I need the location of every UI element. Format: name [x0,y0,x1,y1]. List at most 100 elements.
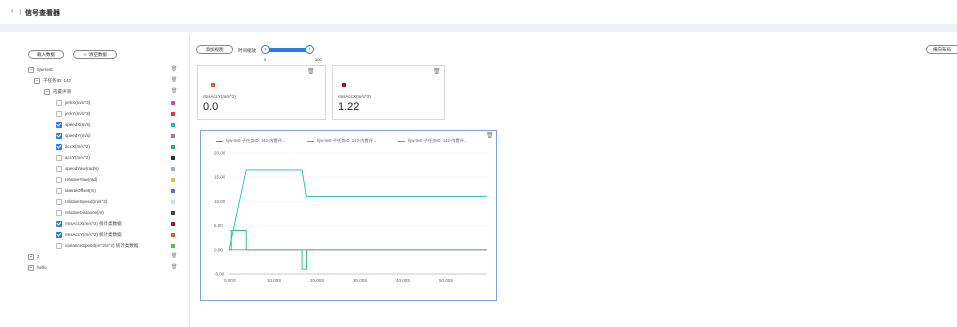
slider-max-label: 100 [315,57,322,62]
tree-item-label: speedYaw(rad/s) [65,166,99,171]
signal-checkbox[interactable] [56,209,62,216]
trash-icon[interactable]: 🗑 [171,66,177,72]
tree-item[interactable]: speedX(m/s) [28,120,178,129]
signal-checkbox[interactable] [56,242,62,249]
tree-item-label: accY(m/s^2) [65,155,90,160]
tree-item[interactable]: relativeSpeed(m/s^2) [28,197,178,206]
collapse-icon[interactable]: − [34,77,40,84]
expand-icon[interactable]: + [28,264,34,271]
tree-item[interactable]: accX(m/s^2) [28,142,178,151]
slider-min-label: 0 [264,57,267,62]
horizontal-layout-button[interactable]: 横向布局 [926,45,957,54]
series-color-swatch [171,199,175,204]
legend-item-accx[interactable]: hjw-test-子任务ID: 142-内置评... [216,138,285,144]
tree-item[interactable]: varianceSpeed(m^2/s^2) 统计类数据 [28,241,178,250]
legend-item-speedy[interactable]: hjw-test-子任务ID: 142-内置评... [307,138,376,144]
top-bar: ‹ 信号查看器 [0,0,957,22]
tree-item[interactable]: − hjw-test [28,65,178,74]
signal-checkbox[interactable] [56,176,62,183]
time-scale-slider[interactable] [264,48,310,52]
tree-item[interactable]: accY(m/s^2) [28,153,178,162]
series-color-swatch [211,83,215,87]
signal-checkbox[interactable] [56,220,62,227]
trash-icon[interactable]: 🗑 [171,253,177,259]
tree-item-label: accX(m/s^2) [65,144,90,149]
tree-item-label: speedY(m/s) [65,133,91,138]
tree-item[interactable]: +2 [28,252,178,261]
series-color-swatch [171,100,175,105]
card-value: 0.0 [203,101,219,113]
load-data-button[interactable]: 载入数据 [28,50,64,59]
add-view-button[interactable]: 添加视图 [196,45,233,54]
tree-item[interactable]: + hello [28,263,178,272]
chevron-left-icon[interactable]: ‹ [11,8,13,15]
tree-item-label: relativeDistance(m) [65,210,104,215]
signal-checkbox[interactable] [56,187,62,194]
tree-item[interactable]: relativeDistance(m) [28,208,178,217]
line-chart-panel [200,130,497,301]
tree-item[interactable]: jerkX(m/s^3) [28,98,178,107]
trash-icon[interactable]: 🗑 [307,68,315,75]
series-color-swatch [171,177,175,182]
tree-item-label: 子任务ID: 142 [43,77,72,83]
trash-icon[interactable]: 🗑 [433,68,441,75]
signal-checkbox[interactable] [56,110,62,117]
tree-item[interactable]: lateralOffset(m) [28,186,178,195]
signal-checkbox[interactable] [56,99,62,106]
header-band [0,24,957,32]
clear-data-button[interactable]: ⊖ 清空数据 [73,50,117,59]
tree-item-label: lateralOffset(m) [65,188,96,193]
tree-item-label: 内置评测 [53,88,71,94]
series-color-swatch [171,155,175,160]
tree-item[interactable]: − 内置评测 [28,87,178,96]
tree-item[interactable]: speedY(m/s) [28,131,178,140]
series-color-swatch [171,133,175,138]
series-color-swatch [171,221,175,226]
tree-item[interactable]: jerkY(m/s^3) [28,109,178,118]
tree-item-label: rmsAccY(m/s^2) 统计类数据 [65,231,122,237]
page-title: 信号查看器 [25,10,60,17]
value-card-rmsaccx: 🗑 rmsAccX(m/s^2) 1.22 [332,65,445,120]
tree-item-label: jerkY(m/s^3) [65,111,91,116]
tree-item[interactable]: speedYaw(rad/s) [28,164,178,173]
tree-item-label: speedX(m/s) [65,122,91,127]
trash-icon[interactable]: 🗑 [486,132,494,139]
signal-checkbox[interactable] [56,165,62,172]
trash-icon[interactable]: 🗑 [171,77,177,83]
tree-item-label: 2 [37,254,40,259]
tree-item-label: rmsAccX(m/s^2) 统计类数据 [65,220,122,226]
signal-checkbox[interactable] [56,154,62,161]
signal-checkbox[interactable] [56,121,62,128]
collapse-icon[interactable]: − [28,66,34,73]
trash-icon[interactable]: 🗑 [171,264,177,270]
tree-item-label: jerkX(m/s^3) [65,100,91,105]
slider-knob-left[interactable]: II [261,45,270,54]
tree-item[interactable]: relativeYaw(rad) [28,175,178,184]
signal-checkbox[interactable] [56,132,62,139]
slider-knob-right[interactable]: II [305,45,314,54]
tree-item[interactable]: − 子任务ID: 142 [28,76,178,85]
trash-icon[interactable]: 🗑 [171,88,177,94]
series-color-swatch [171,210,175,215]
signal-checkbox[interactable] [56,198,62,205]
tree-item-label: hjw-test [37,67,53,72]
tree-item[interactable]: rmsAccY(m/s^2) 统计类数据 [28,230,178,239]
tree-item-label: relativeSpeed(m/s^2) [65,199,108,204]
signal-tree-panel: 载入数据 ⊖ 清空数据 − hjw-test 🗑 − 子任务ID: 142 🗑 − 内置评测 🗑 j… [28,40,178,327]
card-value: 1.22 [338,101,360,113]
tree-item-label: relativeYaw(rad) [65,177,98,182]
tree-item[interactable]: rmsAccX(m/s^2) 统计类数据 [28,219,178,228]
time-scale-label: 时间缩放 [238,48,256,53]
series-color-swatch [171,188,175,193]
title-separator [20,9,21,15]
series-color-swatch [342,83,346,87]
card-label: rmsAccY(m/s^2) [203,94,236,99]
series-color-swatch [171,122,175,127]
signal-checkbox[interactable] [56,143,62,150]
expand-icon[interactable]: + [28,253,34,260]
series-color-swatch [171,111,175,116]
legend-item-speedx[interactable]: hjw-test-子任务ID: 142-内置评... [398,138,467,144]
signal-checkbox[interactable] [56,231,62,238]
collapse-icon[interactable]: − [44,88,50,95]
trash-icon: ⊖ [83,51,87,57]
